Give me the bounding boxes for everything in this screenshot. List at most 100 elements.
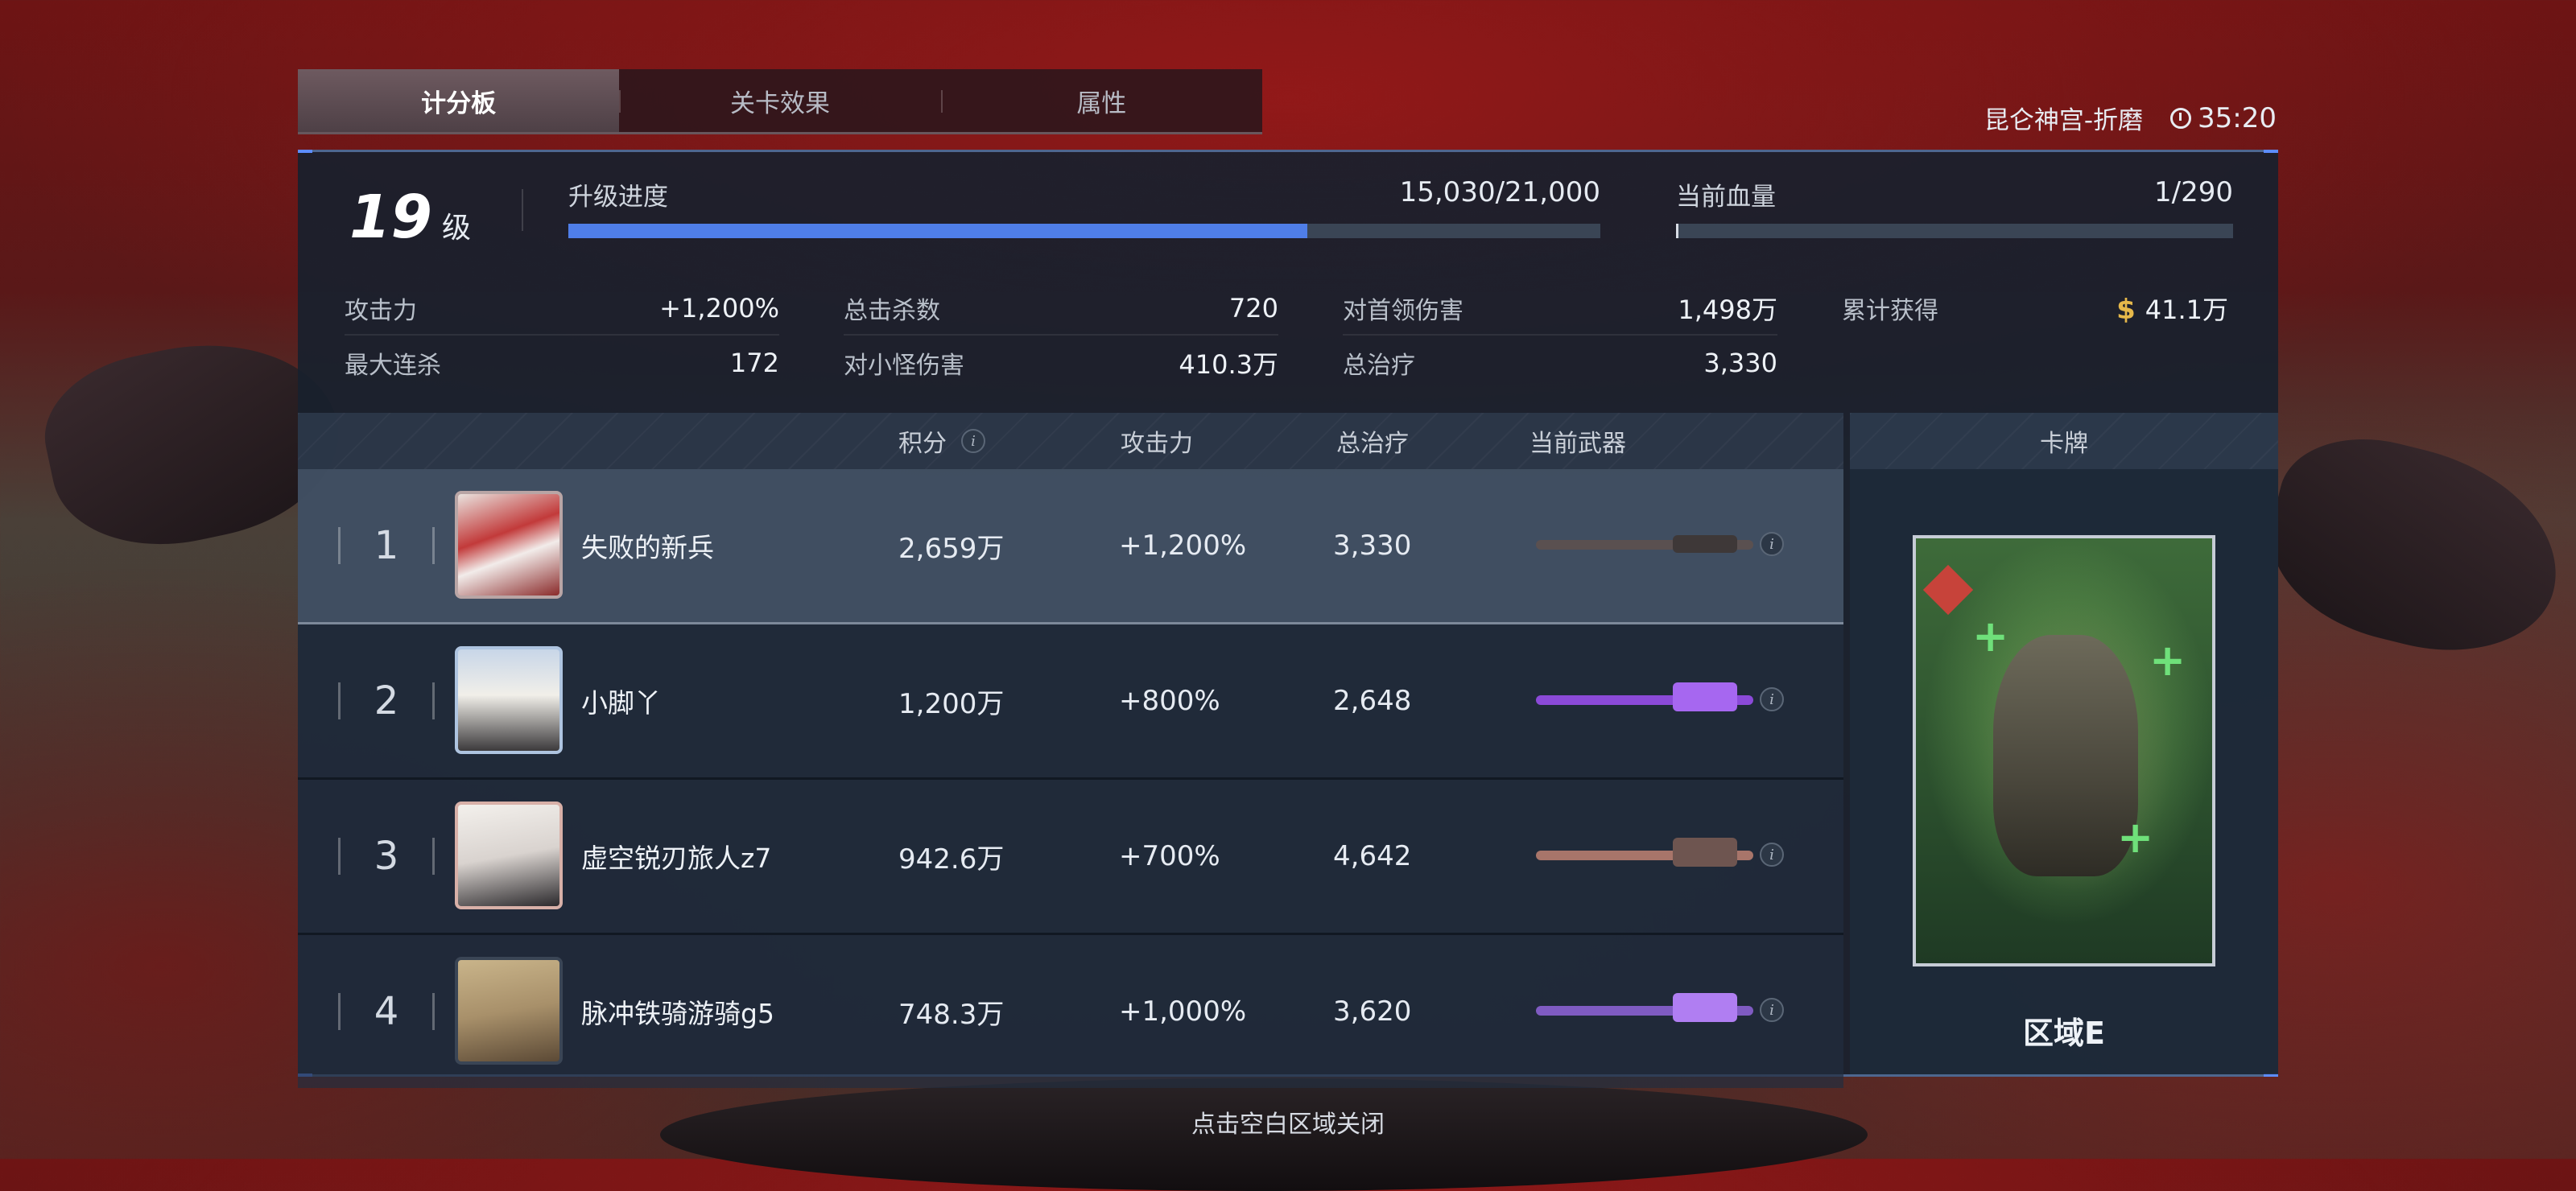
avatar[interactable] bbox=[455, 491, 563, 599]
card-rank-badge-icon bbox=[1922, 564, 1974, 616]
card-image[interactable]: + + + bbox=[1913, 535, 2215, 966]
tab-stage-effects[interactable]: 关卡效果 bbox=[619, 69, 940, 132]
card-header: 卡牌 bbox=[1850, 413, 2278, 469]
player-stats: 19 级 升级进度 15,030/21,000 当前血量 1/290 攻击力 +… bbox=[298, 152, 2278, 410]
header-score-label: 积分 bbox=[898, 430, 947, 458]
player-heal: 4,642 bbox=[1333, 840, 1412, 872]
player-name: 虚空锐刃旅人z7 bbox=[581, 843, 772, 874]
player-rank: 1 bbox=[338, 469, 435, 622]
stat-boss-damage: 对首领伤害 1,498万 bbox=[1343, 281, 1777, 336]
stat-label: 总击杀数 bbox=[844, 297, 940, 325]
player-heal: 3,620 bbox=[1333, 995, 1412, 1028]
player-rank: 4 bbox=[338, 935, 435, 1088]
stat-value: 720 bbox=[1228, 293, 1278, 324]
background-rock-right bbox=[2251, 418, 2576, 676]
weapon-info-icon[interactable]: i bbox=[1760, 843, 1784, 867]
timer-value: 35:20 bbox=[2198, 101, 2277, 134]
card-section: 卡牌 + + + 区域E bbox=[1850, 413, 2278, 1074]
weapon-info-icon[interactable]: i bbox=[1760, 687, 1784, 711]
player-score: 748.3万 bbox=[898, 998, 1005, 1031]
heal-plus-icon: + bbox=[1972, 611, 2009, 661]
stat-label: 攻击力 bbox=[345, 297, 417, 325]
stat-label: 总治疗 bbox=[1343, 352, 1415, 380]
player-attack: +800% bbox=[1119, 685, 1220, 717]
stat-max-combo: 最大连杀 172 bbox=[345, 336, 779, 390]
weapon-info-icon[interactable]: i bbox=[1760, 998, 1784, 1022]
heal-plus-icon: + bbox=[2117, 812, 2154, 863]
table-row[interactable]: 2 小脚丫 1,200万 +800% 2,648 i bbox=[298, 624, 1843, 780]
weapon-icon bbox=[1536, 836, 1753, 876]
weapon-icon bbox=[1536, 525, 1753, 566]
health-status: 当前血量 1/290 bbox=[1676, 176, 2233, 238]
table-row[interactable]: 3 虚空锐刃旅人z7 942.6万 +700% 4,642 i bbox=[298, 780, 1843, 935]
player-score: 942.6万 bbox=[898, 843, 1005, 876]
stat-value: +1,200% bbox=[659, 293, 779, 324]
stat-label: 对小怪伤害 bbox=[844, 352, 964, 380]
tab-attributes[interactable]: 属性 bbox=[940, 69, 1262, 132]
card-zone-label: 区域E bbox=[2023, 1016, 2105, 1051]
scoreboard-panel: 19 级 升级进度 15,030/21,000 当前血量 1/290 攻击力 +… bbox=[298, 150, 2278, 1088]
upgrade-progress: 升级进度 15,030/21,000 bbox=[568, 176, 1600, 238]
upgrade-progress-bar bbox=[568, 224, 1600, 238]
header-attack: 攻击力 bbox=[1121, 430, 1193, 458]
tab-bar: 计分板 关卡效果 属性 bbox=[298, 69, 1262, 134]
avatar[interactable] bbox=[455, 646, 563, 754]
stat-label: 对首领伤害 bbox=[1343, 297, 1463, 325]
stat-value: 3,330 bbox=[1703, 348, 1777, 378]
timer: 35:20 bbox=[2170, 102, 2277, 134]
table-header: 积分 i 攻击力 总治疗 当前武器 bbox=[298, 413, 1843, 469]
stat-grid: 攻击力 +1,200% 总击杀数 720 对首领伤害 1,498万 累计获得 $… bbox=[345, 281, 2244, 390]
upgrade-progress-value: 15,030/21,000 bbox=[1399, 176, 1600, 208]
avatar[interactable] bbox=[455, 802, 563, 909]
player-name: 小脚丫 bbox=[581, 687, 661, 719]
divider bbox=[522, 189, 523, 231]
health-value: 1/290 bbox=[2154, 176, 2233, 208]
stat-value: 172 bbox=[729, 348, 779, 378]
stat-minion-damage: 对小怪伤害 410.3万 bbox=[844, 336, 1278, 390]
header-score: 积分 i bbox=[898, 413, 985, 469]
header-weapon: 当前武器 bbox=[1530, 430, 1626, 458]
clock-icon bbox=[2170, 107, 2192, 129]
stat-earned: 累计获得 $41.1万 bbox=[1842, 281, 2228, 336]
player-table: 积分 i 攻击力 总治疗 当前武器 1 失败的新兵 2,659万 +1,200%… bbox=[298, 413, 1843, 1088]
stat-value: 410.3万 bbox=[1179, 349, 1278, 380]
player-attack: +1,000% bbox=[1119, 995, 1247, 1028]
health-bar bbox=[1676, 224, 2233, 238]
player-heal: 2,648 bbox=[1333, 685, 1412, 717]
level-unit: 级 bbox=[441, 212, 471, 245]
weapon-icon bbox=[1536, 681, 1753, 721]
upgrade-progress-fill bbox=[568, 224, 1307, 238]
heal-plus-icon: + bbox=[2149, 635, 2186, 686]
table-row[interactable]: 4 脉冲铁骑游骑g5 748.3万 +1,000% 3,620 i bbox=[298, 935, 1843, 1088]
weapon-icon bbox=[1536, 991, 1753, 1032]
header-heal: 总治疗 bbox=[1336, 430, 1409, 458]
player-attack: +1,200% bbox=[1119, 530, 1247, 562]
player-score: 2,659万 bbox=[898, 532, 1005, 565]
table-row[interactable]: 1 失败的新兵 2,659万 +1,200% 3,330 i bbox=[298, 469, 1843, 624]
card-character-image bbox=[1993, 635, 2138, 876]
stat-total-heal: 总治疗 3,330 bbox=[1343, 336, 1777, 390]
tab-scoreboard[interactable]: 计分板 bbox=[298, 69, 620, 132]
player-level: 19 级 bbox=[349, 183, 471, 252]
player-rank: 2 bbox=[338, 624, 435, 777]
close-hint[interactable]: 点击空白区域关闭 bbox=[0, 1104, 2576, 1139]
stat-attack: 攻击力 +1,200% bbox=[345, 281, 779, 336]
player-name: 失败的新兵 bbox=[581, 532, 714, 563]
avatar[interactable] bbox=[455, 957, 563, 1065]
player-score: 1,200万 bbox=[898, 687, 1005, 720]
health-bar-fill bbox=[1676, 224, 1678, 238]
player-rank: 3 bbox=[338, 780, 435, 933]
player-name: 脉冲铁骑游骑g5 bbox=[581, 998, 774, 1029]
match-info: 昆仑神宫-折磨 35:20 bbox=[1984, 100, 2277, 136]
earned-value: 41.1万 bbox=[2145, 295, 2228, 325]
upgrade-progress-label: 升级进度 bbox=[568, 183, 668, 212]
stat-total-kills: 总击杀数 720 bbox=[844, 281, 1278, 336]
info-icon[interactable]: i bbox=[961, 429, 985, 453]
stat-value: $41.1万 bbox=[2116, 290, 2228, 327]
stat-value: 1,498万 bbox=[1678, 295, 1777, 325]
player-attack: +700% bbox=[1119, 840, 1220, 872]
stat-label: 最大连杀 bbox=[345, 352, 441, 380]
level-number: 19 bbox=[349, 183, 432, 252]
weapon-info-icon[interactable]: i bbox=[1760, 532, 1784, 556]
location-label: 昆仑神宫-折磨 bbox=[1984, 106, 2144, 135]
